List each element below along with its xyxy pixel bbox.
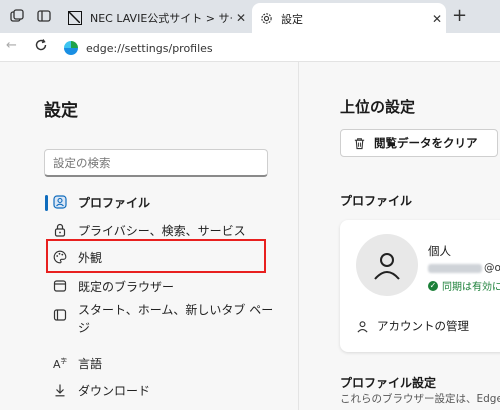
workspaces-icon[interactable] [9,8,25,24]
tab-title: 設定 [281,12,303,26]
sidebar-item-language[interactable]: A字 言語 [44,355,294,373]
download-icon [52,382,68,398]
profile-email: @o [428,262,500,274]
manage-account-link[interactable]: アカウントの管理 [356,318,469,334]
person-icon [374,253,400,280]
sidebar-item-default-browser[interactable]: 既定のブラウザー [44,278,294,296]
sidebar-item-start-home[interactable]: スタート、ホーム、新しいタブ ページ [44,301,274,337]
page-title: 設定 [44,101,78,121]
edge-logo-icon [64,41,78,55]
sidebar-item-label: ダウンロード [78,384,151,398]
email-suffix: @o [484,262,500,274]
sidebar-item-label: 言語 [78,357,103,371]
address-bar[interactable]: edge://settings/profiles [64,38,500,58]
profile-heading: プロファイル [340,194,413,208]
sidebar-item-label: プロファイル [78,196,151,210]
person-icon [356,320,369,333]
lock-icon [52,222,68,238]
sidebar-item-label: スタート、ホーム、新しいタブ ページ [78,303,274,335]
close-icon[interactable]: ✕ [232,11,250,25]
url-text: edge://settings/profiles [86,41,213,55]
sidebar-item-profile[interactable]: プロファイル [44,194,294,212]
nec-favicon-icon [68,11,82,25]
new-tab-button[interactable]: + [452,5,467,26]
tab-nec-lavie[interactable]: NEC LAVIE公式サイト > サービス&サ ✕ [60,4,250,32]
check-icon: ✓ [428,280,438,291]
sidebar-item-privacy[interactable]: プライバシー、検索、サービス [44,222,294,240]
sync-status-text: 同期は有効に [442,282,500,293]
profile-name: 個人 [428,244,451,258]
clear-browsing-data-button[interactable]: 閲覧データをクリア [340,129,498,157]
clear-button-label: 閲覧データをクリア [374,136,478,150]
refresh-icon[interactable] [34,37,48,56]
avatar [356,234,418,296]
profile-icon [52,194,68,210]
close-icon[interactable]: ✕ [428,12,446,26]
browser-icon [52,278,68,294]
section-title: 上位の設定 [340,98,416,116]
sidebar-item-label: プライバシー、検索、サービス [78,224,246,238]
profile-settings-heading: プロファイル設定 [340,376,437,390]
manage-account-label: アカウントの管理 [377,319,469,333]
svg-text:字: 字 [61,356,68,365]
tab-title: NEC LAVIE公式サイト > サービス&サ [90,12,232,25]
sync-status: ✓ 同期は有効に [428,278,500,293]
sidebar-item-downloads[interactable]: ダウンロード [44,382,294,400]
sidebar-item-label: 既定のブラウザー [78,280,175,294]
search-input[interactable] [44,149,268,177]
back-arrow-icon[interactable]: ← [6,38,17,53]
redacted-email [428,263,482,273]
trash-icon [353,137,366,150]
highlight-box [46,239,266,273]
tab-actions-icon[interactable] [36,8,52,24]
language-icon: A字 [52,355,68,371]
profile-settings-description: これらのブラウザー設定は、Edge [340,393,500,405]
tab-settings[interactable]: 設定 ✕ [252,3,446,34]
home-icon [52,307,68,323]
gear-icon [260,12,273,25]
